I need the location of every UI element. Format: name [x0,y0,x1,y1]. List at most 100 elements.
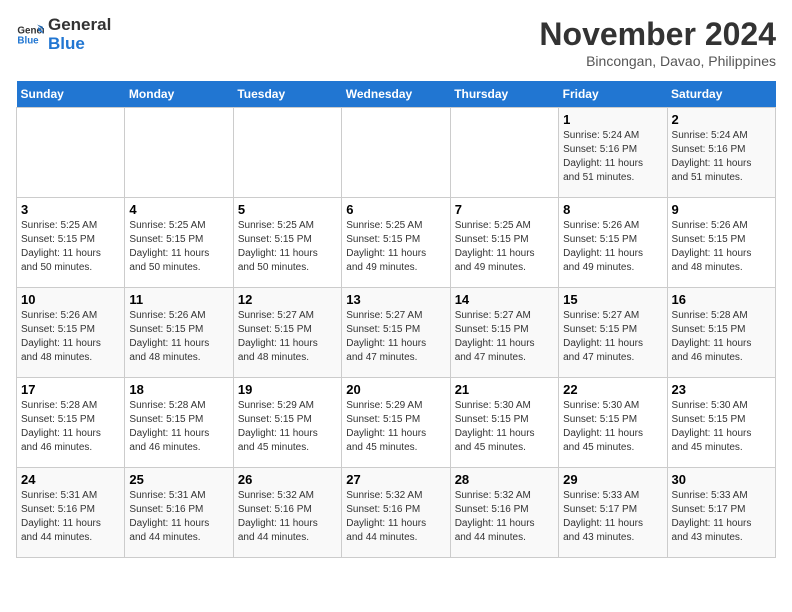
day-number: 1 [563,112,662,127]
calendar-cell [17,108,125,198]
day-info: Sunrise: 5:28 AMSunset: 5:15 PMDaylight:… [672,309,771,365]
day-number: 17 [21,382,120,397]
day-info: Sunrise: 5:30 AMSunset: 5:15 PMDaylight:… [672,399,771,455]
day-info: Sunrise: 5:27 AMSunset: 5:15 PMDaylight:… [238,309,337,365]
day-info: Sunrise: 5:31 AMSunset: 5:16 PMDaylight:… [21,489,120,545]
day-number: 4 [129,202,228,217]
calendar-cell: 3 Sunrise: 5:25 AMSunset: 5:15 PMDaylight… [17,198,125,288]
calendar-cell: 10Sunrise: 5:26 AMSunset: 5:15 PMDayligh… [17,288,125,378]
day-info: Sunrise: 5:33 AMSunset: 5:17 PMDaylight:… [672,489,771,545]
calendar-cell: 19Sunrise: 5:29 AMSunset: 5:15 PMDayligh… [233,378,341,468]
day-info: Sunrise: 5:29 AMSunset: 5:15 PMDaylight:… [346,399,445,455]
day-number: 21 [455,382,554,397]
day-number: 24 [21,472,120,487]
day-info: Sunrise: 5:30 AMSunset: 5:15 PMDaylight:… [563,399,662,455]
day-info: Sunrise: 5:32 AMSunset: 5:16 PMDaylight:… [455,489,554,545]
calendar-header: SundayMondayTuesdayWednesdayThursdayFrid… [17,81,776,108]
calendar-cell: 18 Sunrise: 5:28 AMSunset: 5:15 PMDayligh… [125,378,233,468]
calendar-cell [342,108,450,198]
calendar-cell: 28 Sunrise: 5:32 AMSunset: 5:16 PMDayligh… [450,468,558,558]
day-info: Sunrise: 5:28 AMSunset: 5:15 PMDaylight:… [129,399,228,455]
day-number: 11 [129,292,228,307]
day-number: 26 [238,472,337,487]
calendar-week-4: 17 Sunrise: 5:28 AMSunset: 5:15 PMDayligh… [17,378,776,468]
weekday-monday: Monday [125,81,233,108]
calendar-cell: 15Sunrise: 5:27 AMSunset: 5:15 PMDayligh… [559,288,667,378]
calendar-cell: 5Sunrise: 5:25 AMSunset: 5:15 PMDaylight… [233,198,341,288]
calendar-body: 1 Sunrise: 5:24 AMSunset: 5:16 PMDaylight… [17,108,776,558]
calendar-cell [450,108,558,198]
day-info: Sunrise: 5:24 AMSunset: 5:16 PMDaylight:… [563,129,662,185]
weekday-thursday: Thursday [450,81,558,108]
day-number: 19 [238,382,337,397]
calendar-cell: 21Sunrise: 5:30 AMSunset: 5:15 PMDayligh… [450,378,558,468]
day-number: 3 [21,202,120,217]
day-number: 2 [672,112,771,127]
day-number: 30 [672,472,771,487]
weekday-friday: Friday [559,81,667,108]
day-number: 12 [238,292,337,307]
day-info: Sunrise: 5:27 AMSunset: 5:15 PMDaylight:… [346,309,445,365]
month-title: November 2024 [539,16,776,53]
day-number: 9 [672,202,771,217]
day-number: 20 [346,382,445,397]
day-number: 18 [129,382,228,397]
svg-text:Blue: Blue [17,35,39,46]
day-info: Sunrise: 5:28 AMSunset: 5:15 PMDaylight:… [21,399,120,455]
calendar-week-5: 24 Sunrise: 5:31 AMSunset: 5:16 PMDayligh… [17,468,776,558]
calendar-cell: 26Sunrise: 5:32 AMSunset: 5:16 PMDayligh… [233,468,341,558]
calendar-cell: 12 Sunrise: 5:27 AMSunset: 5:15 PMDayligh… [233,288,341,378]
day-number: 6 [346,202,445,217]
calendar-cell: 29Sunrise: 5:33 AMSunset: 5:17 PMDayligh… [559,468,667,558]
calendar-cell: 13 Sunrise: 5:27 AMSunset: 5:15 PMDayligh… [342,288,450,378]
calendar-cell [233,108,341,198]
day-number: 15 [563,292,662,307]
day-number: 8 [563,202,662,217]
day-info: Sunrise: 5:25 AMSunset: 5:15 PMDaylight:… [346,219,445,275]
day-number: 28 [455,472,554,487]
calendar-cell: 4 Sunrise: 5:25 AMSunset: 5:15 PMDaylight… [125,198,233,288]
day-number: 7 [455,202,554,217]
logo: General Blue General Blue [16,16,111,53]
calendar-cell: 9Sunrise: 5:26 AMSunset: 5:15 PMDaylight… [667,198,775,288]
calendar-cell: 2Sunrise: 5:24 AMSunset: 5:16 PMDaylight… [667,108,775,198]
calendar-cell: 11 Sunrise: 5:26 AMSunset: 5:15 PMDayligh… [125,288,233,378]
calendar-cell: 23 Sunrise: 5:30 AMSunset: 5:15 PMDayligh… [667,378,775,468]
logo-blue: Blue [48,35,111,54]
calendar-cell: 22 Sunrise: 5:30 AMSunset: 5:15 PMDayligh… [559,378,667,468]
day-number: 23 [672,382,771,397]
day-info: Sunrise: 5:25 AMSunset: 5:15 PMDaylight:… [455,219,554,275]
day-info: Sunrise: 5:32 AMSunset: 5:16 PMDaylight:… [346,489,445,545]
day-info: Sunrise: 5:33 AMSunset: 5:17 PMDaylight:… [563,489,662,545]
weekday-tuesday: Tuesday [233,81,341,108]
day-number: 27 [346,472,445,487]
page-header: General Blue General Blue November 2024 … [16,16,776,69]
calendar-table: SundayMondayTuesdayWednesdayThursdayFrid… [16,81,776,558]
day-number: 16 [672,292,771,307]
day-number: 13 [346,292,445,307]
day-number: 14 [455,292,554,307]
weekday-wednesday: Wednesday [342,81,450,108]
calendar-cell: 16 Sunrise: 5:28 AMSunset: 5:15 PMDayligh… [667,288,775,378]
calendar-cell: 6 Sunrise: 5:25 AMSunset: 5:15 PMDaylight… [342,198,450,288]
weekday-saturday: Saturday [667,81,775,108]
day-info: Sunrise: 5:25 AMSunset: 5:15 PMDaylight:… [238,219,337,275]
weekday-header-row: SundayMondayTuesdayWednesdayThursdayFrid… [17,81,776,108]
calendar-cell: 7 Sunrise: 5:25 AMSunset: 5:15 PMDaylight… [450,198,558,288]
calendar-cell: 27 Sunrise: 5:32 AMSunset: 5:16 PMDayligh… [342,468,450,558]
title-block: November 2024 Bincongan, Davao, Philippi… [539,16,776,69]
day-info: Sunrise: 5:25 AMSunset: 5:15 PMDaylight:… [21,219,120,275]
day-info: Sunrise: 5:26 AMSunset: 5:15 PMDaylight:… [21,309,120,365]
day-info: Sunrise: 5:26 AMSunset: 5:15 PMDaylight:… [563,219,662,275]
calendar-cell: 30 Sunrise: 5:33 AMSunset: 5:17 PMDayligh… [667,468,775,558]
day-info: Sunrise: 5:26 AMSunset: 5:15 PMDaylight:… [129,309,228,365]
day-info: Sunrise: 5:31 AMSunset: 5:16 PMDaylight:… [129,489,228,545]
calendar-cell: 20 Sunrise: 5:29 AMSunset: 5:15 PMDayligh… [342,378,450,468]
calendar-cell: 17 Sunrise: 5:28 AMSunset: 5:15 PMDayligh… [17,378,125,468]
day-number: 22 [563,382,662,397]
day-info: Sunrise: 5:25 AMSunset: 5:15 PMDaylight:… [129,219,228,275]
calendar-week-3: 10Sunrise: 5:26 AMSunset: 5:15 PMDayligh… [17,288,776,378]
calendar-week-1: 1 Sunrise: 5:24 AMSunset: 5:16 PMDaylight… [17,108,776,198]
calendar-cell: 14Sunrise: 5:27 AMSunset: 5:15 PMDayligh… [450,288,558,378]
calendar-week-2: 3 Sunrise: 5:25 AMSunset: 5:15 PMDaylight… [17,198,776,288]
